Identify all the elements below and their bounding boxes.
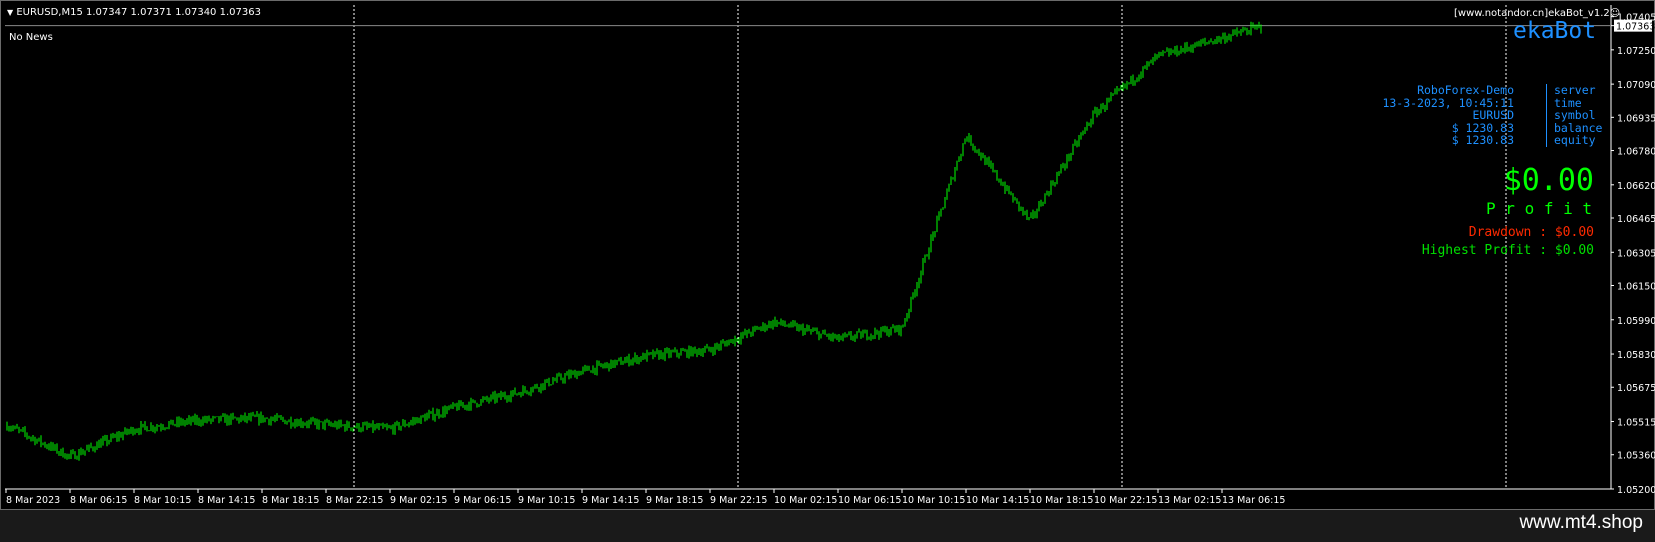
time-tick-label: 13 Mar 06:15 [1222, 495, 1285, 506]
price-tick-label: 1.07250 [1617, 46, 1655, 57]
price-tick-label: 1.06780 [1617, 147, 1655, 158]
time-tick-label: 8 Mar 2023 [6, 495, 60, 506]
chart-window[interactable]: 1.07405 1.07363 1.07250 1.07090 1.06935 1.067… [0, 0, 1655, 510]
info-value-equity: $ 1230.83 [1451, 133, 1514, 147]
time-tick-label: 9 Mar 18:15 [646, 495, 703, 506]
time-tick-label: 8 Mar 14:15 [198, 495, 255, 506]
time-tick-label: 9 Mar 10:15 [518, 495, 575, 506]
time-tick-label: 10 Mar 06:15 [838, 495, 901, 506]
news-label: No News [9, 32, 53, 43]
symbol-title: EURUSD,M15 1.07347 1.07371 1.07340 1.073… [16, 7, 261, 18]
time-tick-label: 9 Mar 02:15 [390, 495, 447, 506]
info-separator [1546, 121, 1547, 135]
current-price-label: 1.07363 [1616, 22, 1655, 33]
time-tick-label: 9 Mar 06:15 [454, 495, 511, 506]
collapse-triangle-icon[interactable]: ▼ [7, 8, 13, 17]
price-tick-label: 1.06150 [1617, 281, 1655, 292]
info-separator [1546, 134, 1547, 147]
candles-group [6, 21, 1262, 461]
time-tick-label: 10 Mar 22:15 [1094, 495, 1157, 506]
price-chart[interactable]: 1.074051.073631.072501.070901.069351.067… [1, 1, 1655, 511]
profit-label: P r o f i t [1486, 199, 1592, 218]
price-tick-label: 1.06935 [1617, 113, 1655, 124]
price-tick-label: 1.06465 [1617, 214, 1655, 225]
symbol-header: ▼ EURUSD,M15 1.07347 1.07371 1.07340 1.0… [7, 7, 261, 18]
time-tick-label: 10 Mar 02:15 [774, 495, 837, 506]
watermark: www.mt4.shop [1519, 512, 1643, 533]
time-tick-label: 10 Mar 14:15 [966, 495, 1029, 506]
price-tick-label: 1.07090 [1617, 80, 1655, 91]
smiley-icon[interactable]: ☺ [1610, 8, 1620, 19]
info-separator [1546, 84, 1547, 97]
price-tick-label: 1.05830 [1617, 350, 1655, 361]
price-tick-label: 1.05675 [1617, 383, 1655, 394]
time-tick-label: 10 Mar 18:15 [1030, 495, 1093, 506]
price-tick-label: 1.05990 [1617, 316, 1655, 327]
time-tick-label: 8 Mar 22:15 [326, 495, 383, 506]
highest-profit-text: Highest Profit : $0.00 [1421, 243, 1594, 258]
profit-value: $0.00 [1503, 163, 1594, 198]
time-tick-label: 9 Mar 22:15 [710, 495, 767, 506]
price-tick-label: 1.06620 [1617, 181, 1655, 192]
price-tick-label: 1.05515 [1617, 418, 1655, 429]
price-tick-label: 1.05200 [1617, 485, 1655, 496]
time-tick-label: 9 Mar 14:15 [582, 495, 639, 506]
price-tick-label: 1.05360 [1617, 451, 1655, 462]
price-tick-label: 1.06305 [1617, 248, 1655, 259]
info-key-equity: equity [1554, 133, 1596, 147]
info-separator [1546, 109, 1547, 122]
ekabot-title: ekaBot [1513, 18, 1597, 44]
info-separator [1546, 96, 1547, 110]
drawdown-text: Drawdown : $0.00 [1468, 225, 1594, 240]
time-tick-label: 8 Mar 06:15 [70, 495, 127, 506]
time-tick-label: 10 Mar 10:15 [902, 495, 965, 506]
time-tick-label: 8 Mar 10:15 [134, 495, 191, 506]
time-tick-label: 8 Mar 18:15 [262, 495, 319, 506]
time-tick-label: 13 Mar 02:15 [1158, 495, 1221, 506]
